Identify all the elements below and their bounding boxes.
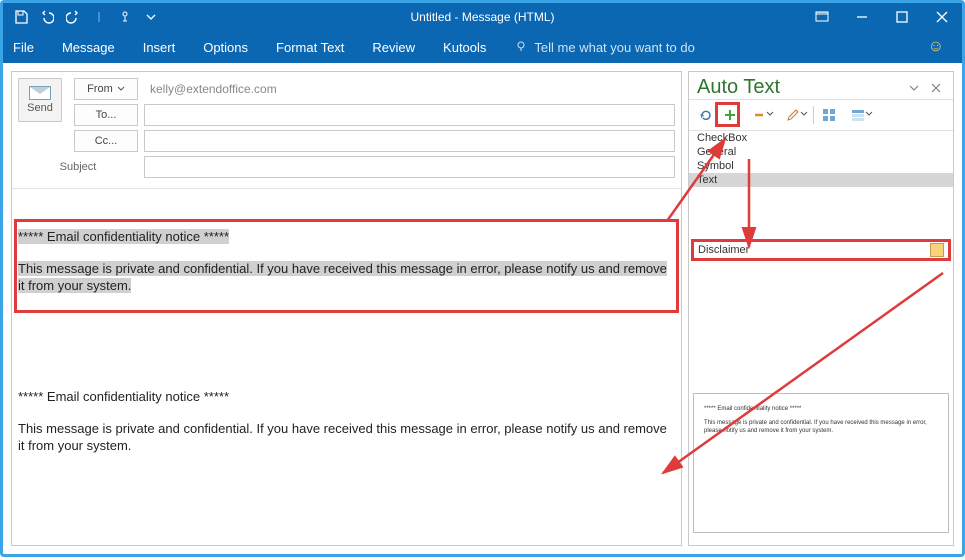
maximize-icon[interactable] <box>882 3 922 31</box>
category-symbol[interactable]: Symbol <box>689 159 953 173</box>
qat-customize-icon[interactable] <box>139 5 163 29</box>
undo-icon[interactable] <box>35 5 59 29</box>
auto-text-pane: Auto Text <box>688 71 954 546</box>
subject-field[interactable] <box>144 156 675 178</box>
preview-line-2: This message is private and confidential… <box>704 420 938 436</box>
tab-review[interactable]: Review <box>372 40 415 55</box>
view-list-icon[interactable] <box>842 104 874 126</box>
body-line-1: ***** Email confidentiality notice ***** <box>18 229 229 244</box>
category-list: CheckBox General Symbol Text <box>689 131 953 187</box>
view-grid-icon[interactable] <box>818 104 840 126</box>
add-entry-icon[interactable] <box>719 104 741 126</box>
body-line-3: ***** Email confidentiality notice ***** <box>18 389 675 406</box>
category-general[interactable]: General <box>689 145 953 159</box>
send-button[interactable]: Send <box>18 78 62 122</box>
separator <box>813 106 814 124</box>
body-line-4: This message is private and confidential… <box>18 421 675 455</box>
remove-icon[interactable] <box>743 104 775 126</box>
smile-icon[interactable]: ☺ <box>928 38 944 56</box>
cc-button[interactable]: Cc... <box>74 130 138 152</box>
tab-options[interactable]: Options <box>203 40 248 55</box>
message-body[interactable]: ***** Email confidentiality notice *****… <box>12 188 681 545</box>
tab-format-text[interactable]: Format Text <box>276 40 344 55</box>
preview-panel: ***** Email confidentiality notice *****… <box>693 393 949 533</box>
save-icon[interactable] <box>9 5 33 29</box>
qat-separator-icon <box>87 5 111 29</box>
chevron-down-icon <box>117 85 125 93</box>
envelope-icon <box>29 86 51 100</box>
window-controls <box>802 3 962 31</box>
close-icon[interactable] <box>922 3 962 31</box>
subject-label: Subject <box>18 161 138 173</box>
to-button[interactable]: To... <box>74 104 138 126</box>
minimize-icon[interactable] <box>842 3 882 31</box>
tell-me-label: Tell me what you want to do <box>534 40 694 55</box>
ribbon-options-icon[interactable] <box>802 3 842 31</box>
preview-line-1: ***** Email confidentiality notice ***** <box>704 406 938 414</box>
refresh-icon[interactable] <box>695 104 717 126</box>
redo-icon[interactable] <box>61 5 85 29</box>
from-value[interactable]: kelly@extendoffice.com <box>144 82 675 96</box>
category-checkbox[interactable]: CheckBox <box>689 131 953 145</box>
from-button[interactable]: From <box>74 78 138 100</box>
quick-access-toolbar <box>3 5 163 29</box>
edit-icon[interactable] <box>777 104 809 126</box>
pane-close-icon[interactable] <box>927 79 945 97</box>
title-bar: Untitled - Message (HTML) <box>3 3 962 31</box>
tab-insert[interactable]: Insert <box>143 40 176 55</box>
pane-title: Auto Text <box>697 76 901 99</box>
pane-toolbar <box>689 100 953 131</box>
category-text[interactable]: Text <box>689 173 953 187</box>
tab-file[interactable]: File <box>13 40 34 55</box>
touch-mode-icon[interactable] <box>113 5 137 29</box>
send-label: Send <box>27 102 53 114</box>
to-field[interactable] <box>144 104 675 126</box>
compose-panel: Send From kelly@extendoffice.com To... C… <box>11 71 682 546</box>
body-line-2: This message is private and confidential… <box>18 261 667 293</box>
window-title: Untitled - Message (HTML) <box>410 10 554 24</box>
lightbulb-icon <box>514 40 528 54</box>
ribbon-tabs: File Message Insert Options Format Text … <box>3 31 962 63</box>
entry-icon <box>930 243 944 257</box>
pane-options-icon[interactable] <box>905 79 923 97</box>
tab-kutools[interactable]: Kutools <box>443 40 486 55</box>
entry-label: Disclaimer <box>698 244 749 256</box>
autotext-entry-disclaimer[interactable]: Disclaimer <box>691 239 951 261</box>
tell-me-search[interactable]: Tell me what you want to do <box>514 40 694 55</box>
tab-message[interactable]: Message <box>62 40 115 55</box>
cc-field[interactable] <box>144 130 675 152</box>
